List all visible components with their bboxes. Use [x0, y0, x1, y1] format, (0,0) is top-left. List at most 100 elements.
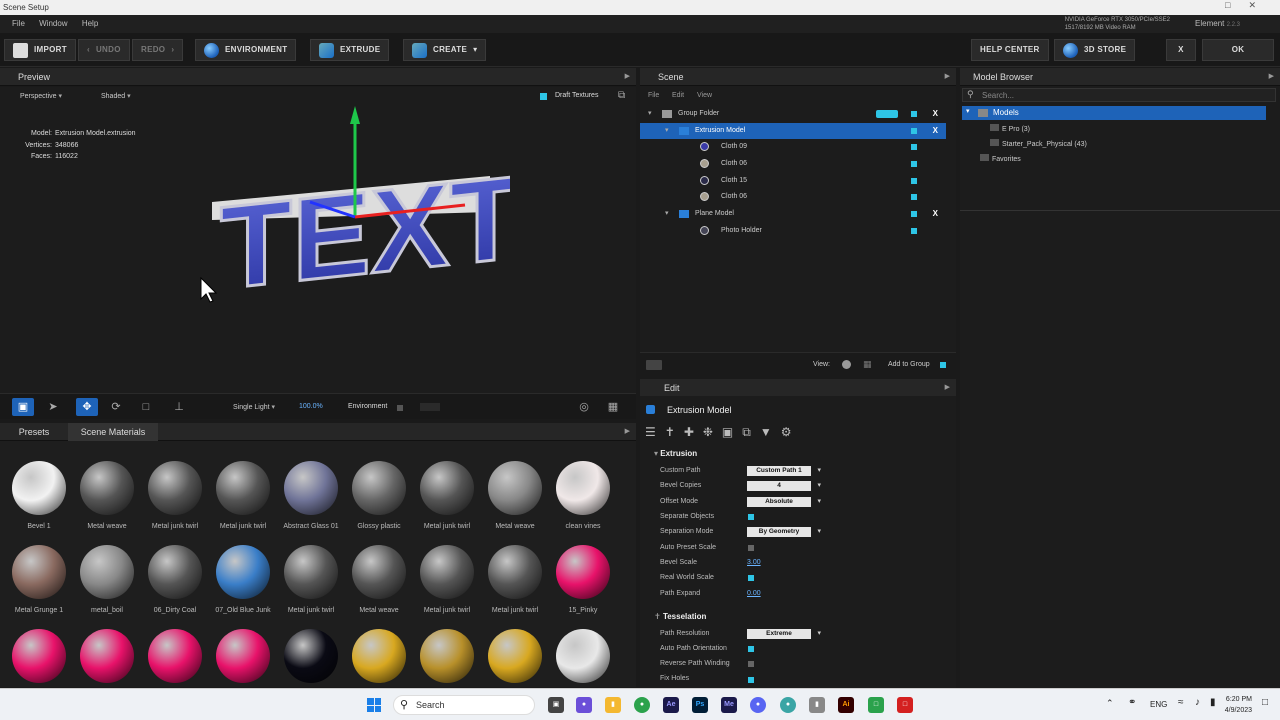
material-swatch[interactable]: Abstract Glass 01 — [278, 461, 344, 530]
scene-menu-file[interactable]: File — [648, 92, 659, 99]
import-button[interactable]: IMPORT — [4, 39, 76, 61]
app-icon[interactable]: □ — [897, 697, 913, 713]
wifi-icon[interactable]: ≈ — [1178, 697, 1184, 708]
group-badge[interactable] — [876, 110, 898, 118]
app-icon[interactable]: ▮ — [809, 697, 825, 713]
environment-button[interactable]: ENVIRONMENT — [195, 39, 297, 61]
material-swatch[interactable]: Metal Grunge 1 — [6, 545, 72, 614]
scale-icon[interactable]: □ — [135, 398, 157, 416]
environment-checkbox[interactable] — [397, 405, 403, 411]
scene-tree-item[interactable]: Photo Holder — [640, 223, 946, 239]
taskview-icon[interactable]: ▣ — [548, 697, 564, 713]
move-icon[interactable]: ✥ — [76, 398, 98, 416]
material-swatch[interactable]: Metal junk twirl — [278, 545, 344, 614]
expand-arrow-icon[interactable]: ▶ — [1269, 68, 1274, 86]
custom-path-select[interactable]: Custom Path 1 — [747, 466, 821, 476]
remove-icon[interactable]: X — [933, 206, 938, 222]
camera-dropdown[interactable]: Perspective — [20, 92, 62, 100]
taskbar-search[interactable]: ⚲ Search — [393, 695, 535, 715]
draft-textures-checkbox[interactable] — [540, 93, 547, 100]
visibility-checkbox[interactable] — [911, 228, 917, 234]
notification-icon[interactable]: □ — [1262, 697, 1268, 708]
material-swatch[interactable]: metal_boil — [74, 545, 140, 614]
microphone-icon[interactable]: ⚭ — [1128, 697, 1136, 708]
undo-button[interactable]: ‹ UNDO — [78, 39, 130, 61]
visibility-checkbox[interactable] — [911, 178, 917, 184]
environment-swatch[interactable] — [420, 403, 440, 411]
visibility-checkbox[interactable] — [911, 161, 917, 167]
material-swatch[interactable]: Metal junk twirl — [142, 461, 208, 530]
menu-window[interactable]: Window — [39, 19, 67, 28]
separation-mode-select[interactable]: By Geometry — [747, 527, 821, 537]
material-swatch[interactable] — [278, 629, 344, 691]
material-swatch[interactable] — [346, 629, 412, 691]
material-swatch[interactable]: 07_Old Blue Junk — [210, 545, 276, 614]
folder-icon[interactable] — [646, 360, 662, 370]
chevron-down-icon[interactable]: ▾ — [665, 206, 669, 222]
material-swatch[interactable] — [482, 629, 548, 691]
remove-icon[interactable]: X — [933, 106, 938, 122]
tab-scene-materials[interactable]: Scene Materials — [68, 423, 158, 441]
chrome-icon[interactable]: ● — [634, 697, 650, 713]
axis-icon[interactable]: ⊥ — [168, 398, 190, 416]
visibility-checkbox[interactable] — [911, 211, 917, 217]
app-icon[interactable]: □ — [868, 697, 884, 713]
gizmo-y-arrow[interactable] — [350, 106, 360, 124]
shading-dropdown[interactable]: Shaded — [101, 92, 131, 100]
close-button[interactable]: X — [1166, 39, 1196, 61]
target-icon[interactable]: ◎ — [573, 398, 595, 416]
ok-button[interactable]: OK — [1202, 39, 1274, 61]
search-input[interactable]: ⚲ Search... — [962, 88, 1276, 102]
teams-icon[interactable]: ● — [576, 697, 592, 713]
clock[interactable]: 6:20 PM 4/9/2023 — [1216, 694, 1252, 716]
speaker-icon[interactable]: ♪ — [1195, 697, 1200, 708]
screen-icon[interactable]: ▦ — [602, 398, 624, 416]
illustrator-icon[interactable]: Ai — [838, 697, 854, 713]
extrude-button[interactable]: EXTRUDE — [310, 39, 390, 61]
material-swatch[interactable]: Metal junk twirl — [482, 545, 548, 614]
3d-store-button[interactable]: 3D STORE — [1054, 39, 1136, 61]
visibility-checkbox[interactable] — [911, 144, 917, 150]
material-swatch[interactable] — [74, 629, 140, 691]
create-button[interactable]: CREATE ▾ — [403, 39, 487, 61]
chevron-up-icon[interactable]: ⌃ — [1106, 698, 1114, 709]
reverse-path-winding-checkbox[interactable] — [748, 661, 754, 667]
visibility-checkbox[interactable] — [911, 194, 917, 200]
window-controls[interactable]: □✕ — [1225, 0, 1274, 11]
offset-mode-select[interactable]: Absolute — [747, 497, 821, 507]
visibility-checkbox[interactable] — [911, 111, 917, 117]
expand-arrow-icon[interactable]: ▶ — [945, 379, 950, 397]
path-resolution-select[interactable]: Extreme — [747, 629, 821, 639]
tree-item-favorites[interactable]: Favorites — [980, 154, 1021, 163]
scene-tree-item[interactable]: Cloth 15 — [640, 173, 946, 189]
light-percent[interactable]: 100.0% — [299, 403, 323, 410]
material-swatch[interactable]: Metal junk twirl — [210, 461, 276, 530]
start-icon[interactable] — [367, 698, 381, 712]
material-swatch[interactable] — [6, 629, 72, 691]
tab-presets[interactable]: Presets — [0, 423, 68, 441]
expand-arrow-icon[interactable]: ▶ — [945, 68, 950, 86]
discord-icon[interactable]: ● — [750, 697, 766, 713]
battery-icon[interactable]: ▮ — [1210, 697, 1216, 708]
camera-icon[interactable]: ▣ — [12, 398, 34, 416]
after-effects-icon[interactable]: Ae — [663, 697, 679, 713]
material-swatch[interactable]: 15_Pinky — [550, 545, 616, 614]
path-expand-value[interactable]: 0.00 — [747, 590, 761, 597]
add-to-group-checkbox[interactable] — [940, 362, 946, 368]
tree-item-e-pro[interactable]: E Pro (3) — [990, 124, 1030, 133]
separate-objects-checkbox[interactable] — [748, 514, 754, 520]
explorer-icon[interactable]: ▮ — [605, 697, 621, 713]
scene-tree-item[interactable]: ▾ Group Folder X — [640, 106, 946, 122]
expand-arrow-icon[interactable]: ▶ — [625, 68, 630, 86]
material-swatch[interactable] — [210, 629, 276, 691]
material-swatch[interactable]: Metal junk twirl — [414, 461, 480, 530]
material-swatch[interactable]: 06_Dirty Coal — [142, 545, 208, 614]
scene-tree-item[interactable]: ▾ Extrusion Model X — [640, 123, 946, 139]
chevron-down-icon[interactable]: ▾ — [966, 107, 970, 115]
scene-tree-item[interactable]: Cloth 09 — [640, 139, 946, 155]
sphere-view-icon[interactable] — [842, 360, 851, 369]
material-swatch[interactable]: clean vines — [550, 461, 616, 530]
material-swatch[interactable]: Metal weave — [346, 545, 412, 614]
fix-holes-checkbox[interactable] — [748, 677, 754, 683]
scene-menu-view[interactable]: View — [697, 92, 712, 99]
